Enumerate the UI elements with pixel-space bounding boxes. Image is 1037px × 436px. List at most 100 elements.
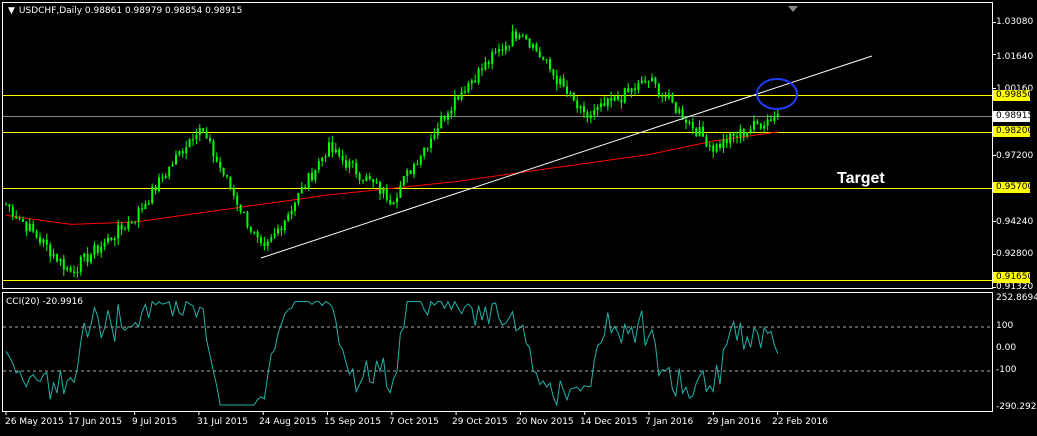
candle-body <box>328 142 330 157</box>
candle-body <box>399 185 402 198</box>
candle-body <box>256 231 259 238</box>
candle-body <box>402 175 405 186</box>
candle-body <box>433 134 436 139</box>
candle-body <box>348 161 351 168</box>
price-label: 1.03080 <box>996 17 1034 27</box>
candle-body <box>647 81 650 83</box>
candle-body <box>246 211 249 227</box>
candle-body <box>504 45 507 51</box>
candle-body <box>76 271 79 273</box>
candle-body <box>426 147 429 149</box>
candle-body <box>419 155 422 165</box>
candle-body <box>664 95 667 98</box>
candle-body <box>260 237 262 243</box>
candle-body <box>583 106 585 113</box>
date-label: 26 May 2015 <box>5 417 64 427</box>
candle-body <box>729 133 732 144</box>
candle-body <box>372 179 375 183</box>
candle-body <box>141 208 143 210</box>
moving-average-line <box>5 131 778 225</box>
candle-body <box>532 44 534 48</box>
candle-body <box>430 138 432 148</box>
candle-body <box>385 188 388 200</box>
candle-body <box>42 239 45 243</box>
candle-body <box>273 233 276 238</box>
candle-body <box>712 145 715 152</box>
candle-body <box>668 94 670 98</box>
candle-body <box>759 123 762 129</box>
cci-scale-label: 252.8694 <box>996 293 1037 303</box>
candle-body <box>453 96 456 111</box>
candle-body <box>127 222 130 230</box>
candle-body <box>212 141 215 157</box>
date-label: 20 Nov 2015 <box>516 417 574 427</box>
candle-body <box>188 139 191 148</box>
highlight-ellipse[interactable] <box>756 78 798 110</box>
candle-body <box>209 138 211 142</box>
candle-body <box>776 113 779 118</box>
candle-body <box>593 110 596 115</box>
candle-body <box>341 155 344 161</box>
candle-body <box>283 220 286 231</box>
candle-body <box>528 38 531 48</box>
dropdown-triangle-icon[interactable]: ▼ <box>8 6 15 17</box>
candle-body <box>365 176 368 181</box>
candle-body <box>613 96 616 101</box>
candle-body <box>253 231 256 233</box>
candle-body <box>406 170 409 176</box>
date-label: 29 Oct 2015 <box>452 417 508 427</box>
candle-body <box>470 80 473 84</box>
candle-body <box>236 195 239 205</box>
date-label: 24 Aug 2015 <box>259 417 317 427</box>
candle-body <box>219 161 222 168</box>
candle-body <box>154 186 157 192</box>
cci-path <box>5 299 779 407</box>
cci-scale-label: 0.00 <box>996 343 1017 353</box>
candle-body <box>73 271 75 273</box>
main-pane-border <box>2 2 993 289</box>
candle-body <box>600 103 602 107</box>
candle-body <box>610 98 613 101</box>
candle-body <box>443 116 446 120</box>
candle-body <box>617 96 619 100</box>
date-label: 7 Oct 2015 <box>389 417 439 427</box>
candle-body <box>93 245 96 256</box>
candle-body <box>484 62 487 70</box>
candle-body <box>603 103 606 107</box>
candle-body <box>736 135 738 137</box>
candle-body <box>620 99 623 103</box>
chart-canvas[interactable] <box>0 0 1037 436</box>
candle-body <box>18 218 21 220</box>
candle-body <box>634 88 636 91</box>
cci-scale-label: 100 <box>996 321 1014 331</box>
candle-body <box>491 52 494 64</box>
candle-body <box>280 228 283 231</box>
candle-body <box>79 256 82 272</box>
candle-body <box>83 253 86 257</box>
candle-body <box>185 147 188 154</box>
candle-body <box>317 161 320 170</box>
candle-body <box>766 119 769 126</box>
candle-body <box>229 176 232 189</box>
candle-body <box>685 119 687 123</box>
date-label: 22 Feb 2016 <box>772 417 829 427</box>
price-label: 0.94240 <box>996 217 1034 227</box>
candle-body <box>545 59 548 61</box>
candle-body <box>756 121 759 124</box>
chart-window[interactable]: ▼ USDCHF,Daily 0.98861 0.98979 0.98854 0.… <box>0 0 1037 436</box>
candle-body <box>661 95 664 97</box>
candle-body <box>460 91 463 100</box>
candle-body <box>657 83 660 97</box>
candle-body <box>239 204 242 212</box>
scroll-marker-icon[interactable] <box>788 6 798 12</box>
price-label: 1.01640 <box>996 52 1034 62</box>
candle-body <box>324 156 327 158</box>
candle-body <box>222 167 225 176</box>
candle-body <box>627 88 630 92</box>
candle-body <box>542 56 545 60</box>
candle-body <box>277 228 279 234</box>
candle-body <box>226 175 228 177</box>
candle-body <box>518 35 521 39</box>
candle-body <box>773 117 776 121</box>
candle-body <box>630 88 633 92</box>
